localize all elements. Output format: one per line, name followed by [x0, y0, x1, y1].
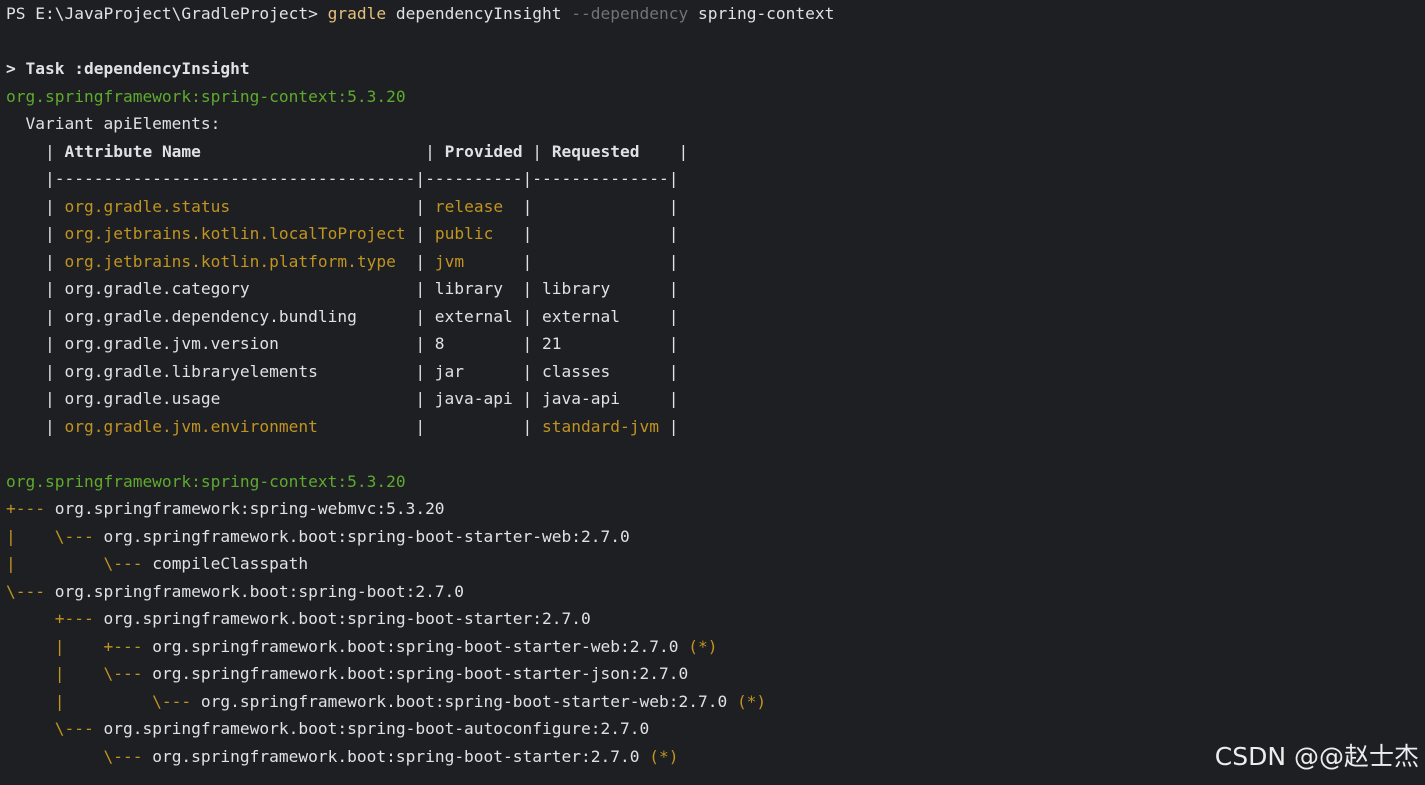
terminal-text-segment: | — [6, 141, 65, 161]
terminal-text-segment: | — [658, 416, 679, 436]
terminal-text-segment: org.gradle.jvm.environment — [64, 416, 318, 436]
terminal-text-segment: org.springframework.boot:spring-boot-aut… — [93, 719, 650, 738]
terminal-text-segment: | — [6, 251, 65, 271]
terminal-line: | \--- org.springframework.boot:spring-b… — [6, 660, 1416, 688]
terminal-text-segment: | \--- — [6, 691, 192, 711]
terminal-line: | org.gradle.jvm.environment | | standar… — [6, 413, 1416, 441]
terminal-text-segment: > Task :dependencyInsight — [6, 59, 250, 78]
terminal-text-segment: jvm — [434, 251, 465, 271]
terminal-line: +--- org.springframework.boot:spring-boo… — [6, 605, 1416, 633]
terminal-line: Variant apiElements: — [6, 110, 1416, 138]
terminal-text-segment: | +--- — [6, 636, 143, 656]
terminal-text-segment: | org.gradle.jvm.version | 8 | 21 | — [6, 334, 679, 353]
terminal-text-segment: \--- — [6, 746, 143, 766]
terminal-line: org.springframework:spring-context:5.3.2… — [6, 83, 1416, 111]
terminal-output[interactable]: PS E:\JavaProject\GradleProject> gradle … — [6, 0, 1416, 770]
terminal-line: | org.gradle.libraryelements | jar | cla… — [6, 358, 1416, 386]
terminal-text-segment: |-------------------------------------|-… — [6, 169, 679, 188]
terminal-line: org.springframework:spring-context:5.3.2… — [6, 468, 1416, 496]
terminal-text-segment: org.springframework.boot:spring-boot-sta… — [93, 526, 630, 546]
terminal-text-segment: (*) — [736, 691, 767, 711]
terminal-text-segment: | \--- — [6, 526, 94, 546]
terminal-text-segment: org.springframework.boot:spring-boot-sta… — [142, 746, 650, 766]
terminal-text-segment: | | — [464, 251, 679, 271]
terminal-line: | org.gradle.category | library | librar… — [6, 275, 1416, 303]
terminal-line: | org.gradle.dependency.bundling | exter… — [6, 303, 1416, 331]
terminal-text-segment: \--- — [6, 719, 94, 738]
terminal-text-segment: gradle — [327, 4, 387, 23]
terminal-text-segment: (*) — [649, 746, 679, 766]
terminal-text-segment: org.jetbrains.kotlin.localToProject — [64, 224, 406, 243]
terminal-text-segment: org.springframework.boot:spring-boot-sta… — [142, 664, 689, 683]
terminal-text-segment: standard-jvm — [542, 416, 659, 436]
terminal-line: +--- org.springframework:spring-webmvc:5… — [6, 495, 1416, 523]
terminal-line: | \--- org.springframework.boot:spring-b… — [6, 688, 1416, 716]
terminal-line: | +--- org.springframework.boot:spring-b… — [6, 633, 1416, 661]
terminal-line: | org.jetbrains.kotlin.platform.type | j… — [6, 248, 1416, 276]
terminal-text-segment: PS E:\JavaProject\GradleProject> — [6, 4, 328, 23]
terminal-text-segment: | — [6, 196, 65, 216]
terminal-text-segment: org.springframework.boot:spring-boot-sta… — [93, 609, 591, 628]
terminal-text-segment: Requested — [551, 141, 640, 161]
csdn-watermark: CSDN @@赵士杰 — [1214, 742, 1419, 771]
terminal-text-segment: release — [434, 196, 504, 216]
terminal-text-segment: org.springframework:spring-context:5.3.2… — [6, 471, 406, 491]
terminal-text-segment: org.gradle.status — [64, 196, 231, 216]
terminal-line: \--- org.springframework.boot:spring-boo… — [6, 715, 1416, 743]
terminal-text-segment: Variant apiElements: — [6, 114, 221, 133]
terminal-text-segment: | \--- — [6, 554, 143, 573]
terminal-text-segment: | \--- — [6, 664, 143, 683]
terminal-text-segment: spring-context — [688, 4, 835, 23]
terminal-text-segment: org.springframework.boot:spring-boot-sta… — [191, 691, 737, 711]
terminal-text-segment: | | — [317, 416, 543, 436]
terminal-line: | \--- compileClasspath — [6, 550, 1416, 578]
terminal-text-segment: compileClasspath — [142, 554, 309, 573]
terminal-text-segment: (*) — [688, 636, 718, 656]
terminal-text-segment: +--- — [6, 499, 45, 518]
terminal-text-segment: | — [230, 196, 435, 216]
terminal-line: > Task :dependencyInsight — [6, 55, 1416, 83]
terminal-text-segment: | — [200, 141, 445, 161]
terminal-line: \--- org.springframework.boot:spring-boo… — [6, 743, 1416, 771]
terminal-text-segment: | | — [493, 224, 679, 243]
terminal-text-segment: dependencyInsight — [386, 4, 572, 23]
terminal-text-segment: org.springframework:spring-webmvc:5.3.20 — [44, 499, 445, 518]
terminal-text-segment: public — [434, 224, 494, 243]
terminal-text-segment: | org.gradle.category | library | librar… — [6, 279, 679, 298]
terminal-text-segment: org.jetbrains.kotlin.platform.type — [64, 251, 396, 271]
terminal-line: | org.gradle.jvm.version | 8 | 21 | — [6, 330, 1416, 358]
terminal-line: | org.gradle.status | release | | — [6, 193, 1416, 221]
terminal-text-segment: \--- — [6, 581, 45, 601]
terminal-text-segment: | — [6, 224, 65, 243]
terminal-text-segment: | org.gradle.usage | java-api | java-api… — [6, 389, 679, 408]
terminal-text-segment: | — [522, 141, 552, 161]
terminal-text-segment: org.springframework.boot:spring-boot-sta… — [142, 636, 689, 656]
terminal-text-segment: org.springframework.boot:spring-boot:2.7… — [44, 581, 465, 601]
terminal-text-segment: | | — [503, 196, 679, 216]
terminal-text-segment: org.springframework:spring-context:5.3.2… — [6, 86, 406, 106]
terminal-line: | Attribute Name | Provided | Requested … — [6, 138, 1416, 166]
terminal-text-segment: | — [405, 224, 435, 243]
terminal-line: |-------------------------------------|-… — [6, 165, 1416, 193]
terminal-line: | org.jetbrains.kotlin.localToProject | … — [6, 220, 1416, 248]
terminal-text-segment: Provided — [444, 141, 523, 161]
terminal-text-segment: +--- — [6, 609, 94, 628]
terminal-text-segment: | — [395, 251, 435, 271]
terminal-text-segment: | org.gradle.dependency.bundling | exter… — [6, 306, 679, 326]
terminal-text-segment: | — [6, 416, 65, 436]
terminal-text-segment: --dependency — [571, 4, 689, 23]
terminal-text-segment: | — [639, 141, 689, 161]
terminal-text-segment: Attribute Name — [64, 141, 201, 161]
terminal-line: | \--- org.springframework.boot:spring-b… — [6, 523, 1416, 551]
terminal-line: \--- org.springframework.boot:spring-boo… — [6, 578, 1416, 606]
terminal-line: PS E:\JavaProject\GradleProject> gradle … — [6, 0, 1416, 28]
terminal-text-segment: | org.gradle.libraryelements | jar | cla… — [6, 361, 679, 381]
terminal-line: | org.gradle.usage | java-api | java-api… — [6, 385, 1416, 413]
